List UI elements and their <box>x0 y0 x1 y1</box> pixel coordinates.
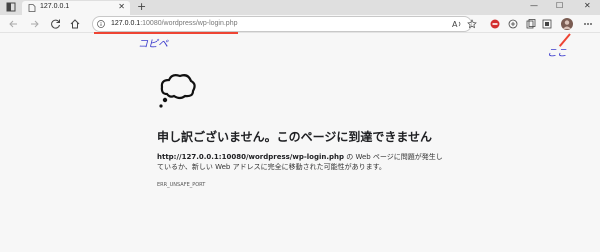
collections-icon[interactable] <box>526 19 536 29</box>
tab-actions-icon[interactable] <box>6 2 16 12</box>
svg-text:A: A <box>452 20 458 29</box>
address-bar[interactable]: 127.0.0.1:10080/wordpress/wp-login.php <box>92 16 472 32</box>
profile-avatar-icon[interactable] <box>561 18 573 30</box>
url-underline-annotation <box>94 32 238 34</box>
url-text[interactable]: 127.0.0.1:10080/wordpress/wp-login.php <box>111 20 238 27</box>
new-tab-button[interactable]: + <box>137 0 146 13</box>
copy-paste-annotation: コピペ <box>138 39 168 50</box>
error-code: ERR_UNSAFE_PORT <box>157 182 206 188</box>
toolbar: 127.0.0.1:10080/wordpress/wp-login.php A <box>0 15 600 33</box>
url-path: :10080/wordpress/wp-login.php <box>140 20 238 27</box>
screenshot-icon[interactable] <box>542 19 552 29</box>
active-tab[interactable]: 127.0.0.1 ✕ <box>22 1 130 15</box>
info-icon[interactable] <box>97 20 105 28</box>
back-icon[interactable] <box>8 19 18 29</box>
favorite-star-icon[interactable] <box>467 19 477 29</box>
thought-cloud-icon <box>159 74 196 108</box>
tab-bar: 127.0.0.1 ✕ + — ☐ ✕ <box>0 0 600 15</box>
home-icon[interactable] <box>70 19 80 29</box>
here-annotation: ここ <box>547 48 567 59</box>
error-url: http://127.0.0.1:10080/wordpress/wp-logi… <box>157 153 344 161</box>
minimize-icon[interactable]: — <box>530 1 538 10</box>
more-menu-icon[interactable] <box>583 19 593 29</box>
tab-close-icon[interactable]: ✕ <box>118 2 125 11</box>
error-heading: 申し訳ございません。このページに到達できません <box>157 130 433 144</box>
tab-title: 127.0.0.1 <box>40 3 70 10</box>
read-aloud-icon[interactable]: A <box>452 19 462 29</box>
maximize-icon[interactable]: ☐ <box>556 1 563 10</box>
extension-stop-icon[interactable] <box>490 19 500 29</box>
url-host: 127.0.0.1 <box>111 20 141 27</box>
refresh-icon[interactable] <box>51 19 61 29</box>
page-icon <box>28 4 36 12</box>
forward-icon[interactable] <box>30 19 40 29</box>
extension-icon[interactable] <box>508 19 518 29</box>
error-description: http://127.0.0.1:10080/wordpress/wp-logi… <box>157 152 447 172</box>
close-window-icon[interactable]: ✕ <box>584 1 591 10</box>
